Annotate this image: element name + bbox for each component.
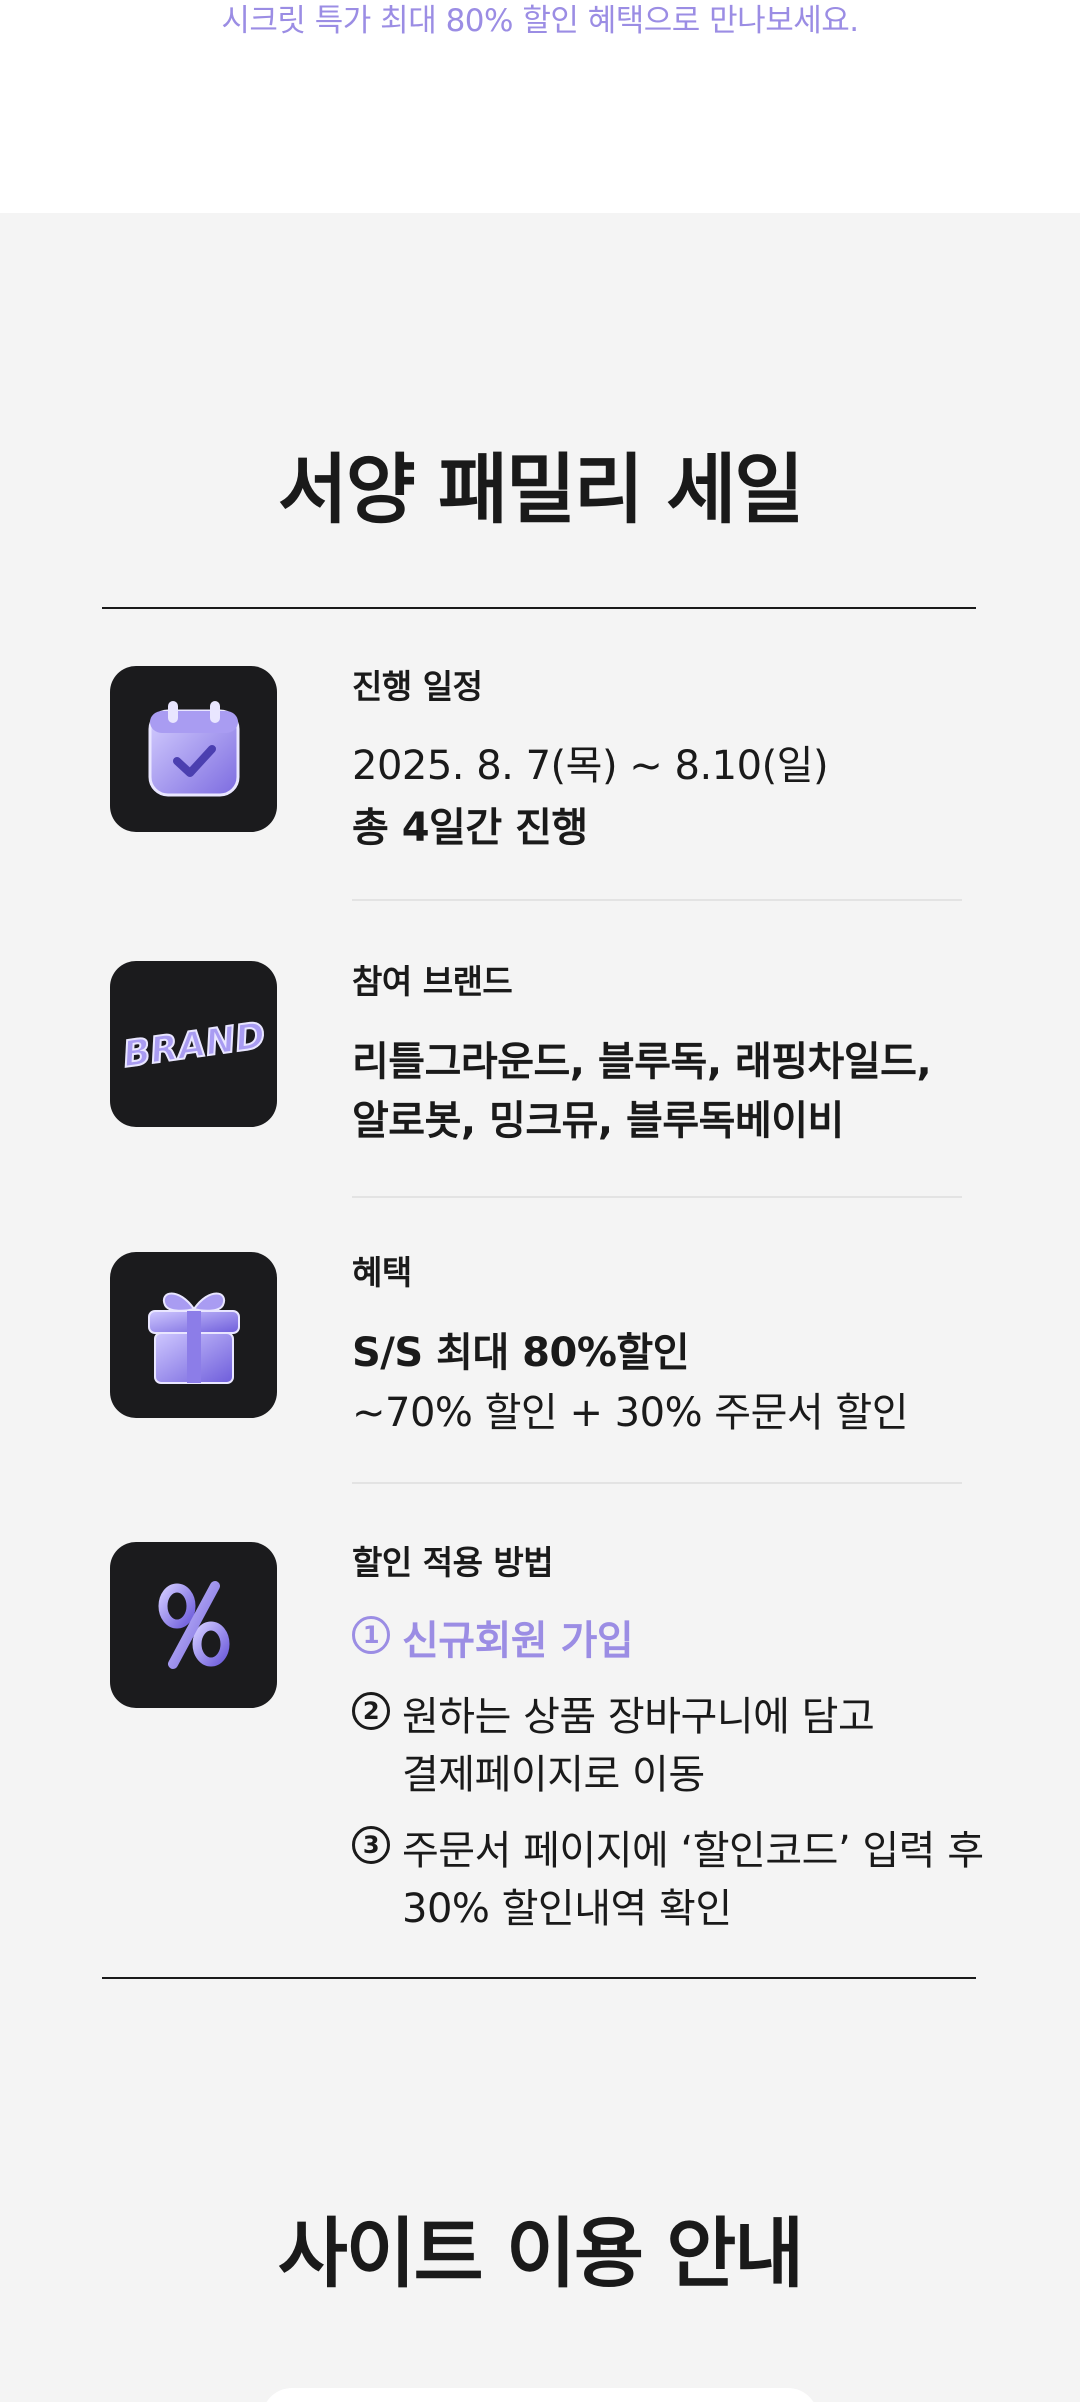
sale-title: 서양 패밀리 세일 xyxy=(277,445,804,534)
guide-card xyxy=(262,2388,818,2402)
brand-icon-text: BRAND xyxy=(124,1015,264,1076)
step-text-2: 결제페이지로 이동 xyxy=(402,1752,705,1798)
divider xyxy=(352,899,962,901)
step-text-2: 30% 할인내역 확인 xyxy=(402,1886,732,1932)
section-rule-top xyxy=(102,607,976,609)
step-number: 3 xyxy=(352,1826,390,1864)
step-text: 원하는 상품 장바구니에 담고 xyxy=(402,1694,875,1740)
step-number: 1 xyxy=(352,1616,390,1654)
brand-text-icon: BRAND xyxy=(110,961,277,1127)
promo-text: 시크릿 특가 최대 80% 할인 혜택으로 만나보세요. xyxy=(221,3,859,39)
benefit-detail: ~70% 할인 + 30% 주문서 할인 xyxy=(352,1390,909,1436)
benefit-headline: S/S 최대 80%할인 xyxy=(352,1330,690,1376)
percent-icon xyxy=(110,1542,277,1708)
brands-label: 참여 브랜드 xyxy=(352,962,513,1001)
gift-box-icon xyxy=(110,1252,277,1418)
step-text: 주문서 페이지에 ‘할인코드’ 입력 후 xyxy=(402,1828,984,1874)
site-guide-title: 사이트 이용 안내 xyxy=(277,2209,804,2298)
divider xyxy=(352,1196,962,1198)
brands-line-2: 알로봇, 밍크뮤, 블루독베이비 xyxy=(352,1098,844,1144)
section-rule-bottom xyxy=(102,1977,976,1979)
step-text: 신규회원 가입 xyxy=(402,1618,634,1664)
calendar-check-icon xyxy=(110,666,277,832)
schedule-duration: 총 4일간 진행 xyxy=(352,805,588,851)
benefit-label: 혜택 xyxy=(352,1253,412,1292)
howto-label: 할인 적용 방법 xyxy=(352,1543,554,1582)
promo-banner: 시크릿 특가 최대 80% 할인 혜택으로 만나보세요. xyxy=(0,0,1080,213)
schedule-date: 2025. 8. 7(목) ~ 8.10(일) xyxy=(352,743,829,789)
step-number: 2 xyxy=(352,1692,390,1730)
brands-line-1: 리틀그라운드, 블루독, 래핑차일드, xyxy=(352,1039,932,1085)
divider xyxy=(352,1482,962,1484)
schedule-label: 진행 일정 xyxy=(352,667,483,706)
